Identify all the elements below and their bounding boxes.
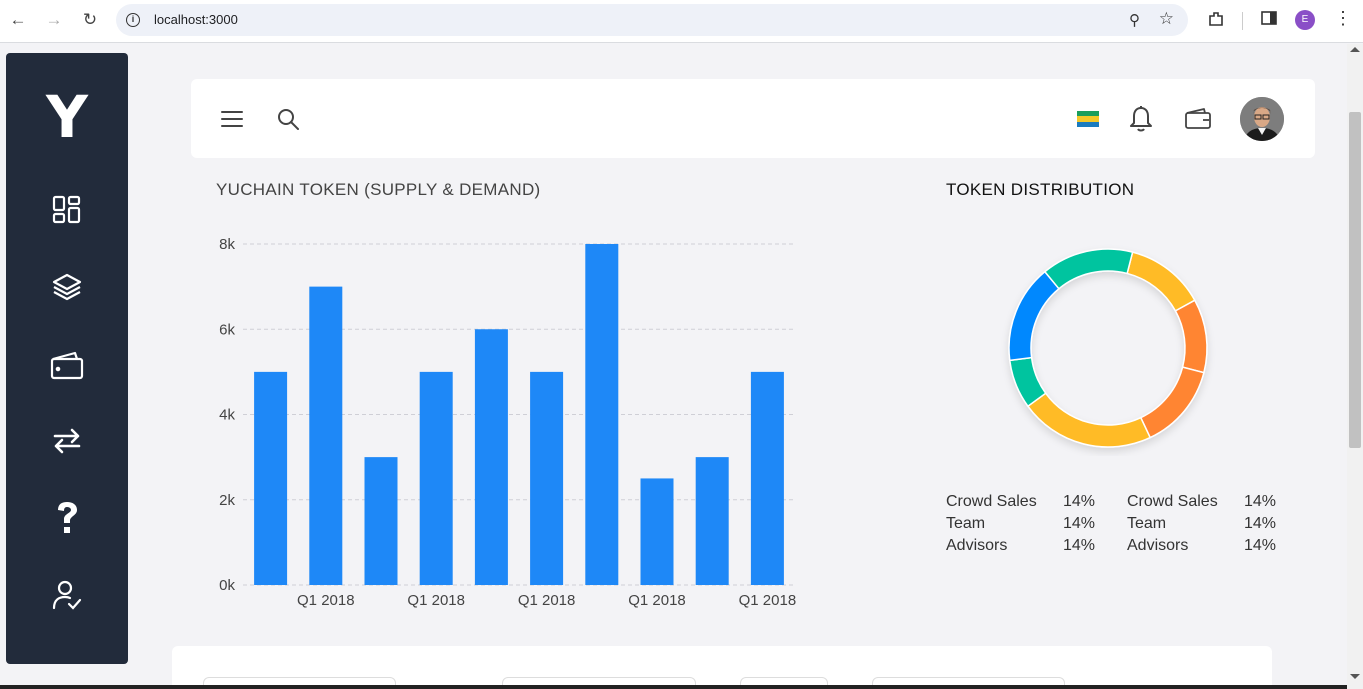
scroll-down-arrow-icon[interactable] xyxy=(1350,674,1360,679)
legend-label: Advisors xyxy=(946,537,1008,554)
extensions-icon[interactable] xyxy=(1207,10,1225,33)
wallet-icon[interactable] xyxy=(47,345,87,385)
y-tick-label: 8k xyxy=(219,236,235,253)
legend-percent: 14% xyxy=(1244,493,1277,510)
chart-bar[interactable] xyxy=(695,457,729,585)
distribution-legend-right: Crowd Sales 14% Team 14% Advisors 14% xyxy=(1127,491,1287,557)
chart-bar[interactable] xyxy=(474,329,508,585)
layers-icon[interactable] xyxy=(47,267,87,307)
app-logo[interactable]: Y xyxy=(6,83,128,151)
y-tick-label: 0k xyxy=(219,577,235,594)
bell-icon[interactable] xyxy=(1127,104,1155,134)
legend-label: Team xyxy=(946,515,986,532)
top-header xyxy=(191,79,1315,158)
zoom-icon[interactable]: ⚲ xyxy=(1129,11,1140,29)
x-tick-label: Q1 2018 xyxy=(518,592,576,609)
chart-bar[interactable] xyxy=(419,371,453,585)
legend-percent: 14% xyxy=(1063,537,1096,554)
bookmark-star-icon[interactable]: ☆ xyxy=(1159,9,1174,29)
legend-label: Crowd Sales xyxy=(946,493,1037,510)
chart-bar[interactable] xyxy=(750,371,784,585)
flag-icon[interactable] xyxy=(1076,110,1100,128)
search-icon[interactable] xyxy=(275,106,301,132)
distribution-legend-left: Crowd Sales 14% Team 14% Advisors 14% xyxy=(946,491,1106,557)
profile-avatar[interactable]: E xyxy=(1295,10,1315,30)
legend-percent: 14% xyxy=(1063,493,1096,510)
supply-demand-bar-chart: 0k 2k 4k 6k 8k Q1 2018 Q1 2018 Q1 2018 Q1 2018 Q1… xyxy=(219,236,797,609)
side-panel-icon[interactable] xyxy=(1261,10,1277,31)
distribution-title: TOKEN DISTRIBUTION xyxy=(946,180,1135,199)
chart-bar[interactable] xyxy=(530,371,564,585)
help-icon[interactable] xyxy=(47,498,87,538)
transfer-icon[interactable] xyxy=(47,421,87,461)
y-tick-label: 2k xyxy=(219,492,235,509)
sidebar: Y xyxy=(6,53,128,664)
window-bottom-edge xyxy=(0,685,1347,689)
legend-percent: 14% xyxy=(1244,515,1277,532)
donut-segment[interactable] xyxy=(1026,392,1152,448)
legend-item: Crowd Sales 14% xyxy=(1127,491,1287,513)
url-text[interactable]: localhost:3000 xyxy=(154,12,238,27)
forward-icon[interactable]: → xyxy=(44,10,64,30)
x-tick-label: Q1 2018 xyxy=(297,592,355,609)
scroll-up-arrow-icon[interactable] xyxy=(1350,47,1360,52)
address-bar[interactable]: i localhost:3000 ⚲ ☆ xyxy=(116,4,1188,36)
chart-bar[interactable] xyxy=(585,244,619,585)
donut-segment[interactable] xyxy=(1174,299,1208,374)
reload-icon[interactable]: ↻ xyxy=(80,10,100,30)
dashboard-icon[interactable] xyxy=(47,190,87,230)
x-tick-label: Q1 2018 xyxy=(407,592,465,609)
bottom-card xyxy=(172,646,1272,689)
x-tick-label: Q1 2018 xyxy=(628,592,686,609)
browser-menu-icon[interactable]: ⋮ xyxy=(1334,8,1352,29)
user-check-icon[interactable] xyxy=(47,575,87,615)
chart-bar[interactable] xyxy=(309,286,343,585)
legend-item: Advisors 14% xyxy=(946,535,1106,557)
token-distribution-donut xyxy=(1008,248,1208,448)
header-wallet-icon[interactable] xyxy=(1184,105,1212,131)
site-info-icon[interactable]: i xyxy=(126,13,140,27)
donut-segment[interactable] xyxy=(1043,248,1134,290)
avatar[interactable] xyxy=(1240,97,1284,141)
y-tick-label: 6k xyxy=(219,321,235,338)
scrollbar-thumb[interactable] xyxy=(1349,112,1361,448)
browser-toolbar: ← → ↻ i localhost:3000 ⚲ ☆ E ⋮ xyxy=(0,0,1363,43)
legend-item: Team 14% xyxy=(946,513,1106,535)
legend-label: Crowd Sales xyxy=(1127,493,1218,510)
hamburger-menu-icon[interactable] xyxy=(219,106,245,132)
legend-label: Team xyxy=(1127,515,1167,532)
chart-bar[interactable] xyxy=(254,371,288,585)
donut-ring xyxy=(1008,248,1208,448)
chart-bar[interactable] xyxy=(364,457,398,585)
back-icon[interactable]: ← xyxy=(8,10,28,30)
donut-segment[interactable] xyxy=(1126,251,1196,312)
chart-bar[interactable] xyxy=(640,478,674,585)
legend-item: Crowd Sales 14% xyxy=(946,491,1106,513)
y-tick-label: 4k xyxy=(219,407,235,424)
donut-segment[interactable] xyxy=(1008,270,1060,362)
donut-segment[interactable] xyxy=(1139,366,1205,439)
legend-percent: 14% xyxy=(1063,515,1096,532)
legend-label: Advisors xyxy=(1127,537,1189,554)
legend-percent: 14% xyxy=(1244,537,1277,554)
legend-item: Advisors 14% xyxy=(1127,535,1287,557)
legend-item: Team 14% xyxy=(1127,513,1287,535)
chart-title: YUCHAIN TOKEN (SUPPLY & DEMAND) xyxy=(216,180,541,199)
x-tick-label: Q1 2018 xyxy=(739,592,797,609)
toolbar-divider xyxy=(1242,12,1243,30)
